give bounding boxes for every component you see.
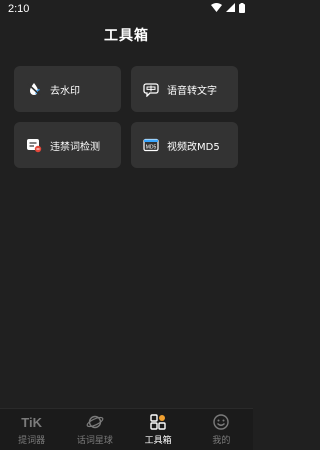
tool-card-speech-to-text[interactable]: 语音转文字 (131, 66, 238, 112)
tab-label: 话词星球 (76, 436, 113, 446)
tab-word-planet[interactable]: 话词星球 (63, 409, 126, 450)
status-time: 2:10 (8, 3, 30, 15)
battery-icon (239, 2, 245, 16)
tool-label: 语音转文字 (167, 85, 217, 97)
tool-card-banned-word-check[interactable]: 违禁词检测 (14, 122, 121, 168)
status-bar: 2:10 (0, 0, 253, 18)
video-md5-icon: MD5 (143, 137, 159, 153)
tab-teleprompter[interactable]: TiK 提词器 (0, 409, 63, 450)
tab-label: 我的 (212, 436, 231, 446)
signal-icon (226, 3, 235, 15)
tool-label: 视频改MD5 (167, 141, 220, 153)
tab-label: 工具箱 (144, 436, 172, 446)
banned-word-check-icon (26, 137, 42, 153)
smiley-icon (212, 413, 230, 431)
toolbox-icon (149, 413, 167, 431)
tab-bar: TiK 提词器 话词星球 工具箱 我的 (0, 408, 253, 450)
planet-icon (86, 413, 104, 431)
page-title: 工具箱 (104, 27, 149, 44)
tool-label: 违禁词检测 (50, 141, 100, 153)
tool-card-watermark-remove[interactable]: 去水印 (14, 66, 121, 112)
tool-grid: 去水印 语音转文字 违禁词检测 MD5 视频改MD5 (14, 66, 239, 168)
tab-mine[interactable]: 我的 (190, 409, 253, 450)
app-header: 工具箱 (0, 18, 253, 51)
status-icons (211, 2, 245, 16)
svg-text:MD5: MD5 (146, 145, 157, 151)
tik-icon: TiK (21, 413, 42, 431)
tab-label: 提词器 (18, 436, 46, 446)
tool-card-video-md5[interactable]: MD5 视频改MD5 (131, 122, 238, 168)
tab-toolbox[interactable]: 工具箱 (127, 409, 190, 450)
speech-to-text-icon (143, 81, 159, 97)
watermark-remove-icon (26, 81, 42, 97)
tool-label: 去水印 (50, 85, 80, 97)
tik-icon-text: TiK (21, 414, 42, 430)
wifi-icon (211, 3, 222, 15)
